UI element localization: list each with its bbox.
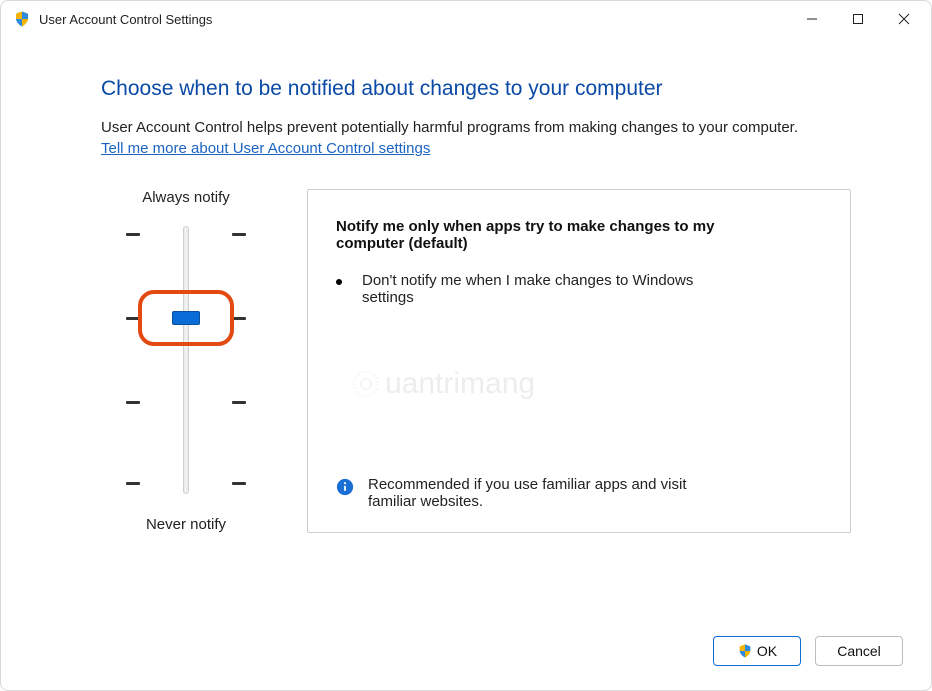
recommendation-text: Recommended if you use familiar apps and… <box>368 476 716 510</box>
level-title: Notify me only when apps try to make cha… <box>336 218 716 252</box>
shield-icon <box>13 10 31 28</box>
level-detail-text: Don't notify me when I make changes to W… <box>362 272 696 306</box>
description-text: User Account Control helps prevent poten… <box>101 119 851 136</box>
dialog-footer: OK Cancel <box>1 624 931 690</box>
recommendation-row: Recommended if you use familiar apps and… <box>336 456 716 510</box>
bullet-icon <box>336 279 342 285</box>
cancel-button-label: Cancel <box>837 643 881 659</box>
info-icon <box>336 478 354 496</box>
shield-icon <box>737 643 753 659</box>
ok-button[interactable]: OK <box>713 636 801 666</box>
maximize-button[interactable] <box>835 3 881 35</box>
notification-slider[interactable] <box>126 220 246 500</box>
level-detail-item: Don't notify me when I make changes to W… <box>336 272 696 306</box>
cancel-button[interactable]: Cancel <box>815 636 903 666</box>
content-area: Choose when to be notified about changes… <box>1 37 931 624</box>
uac-settings-window: User Account Control Settings Choose whe… <box>0 0 932 691</box>
close-button[interactable] <box>881 3 927 35</box>
window-title: User Account Control Settings <box>39 12 212 27</box>
learn-more-link[interactable]: Tell me more about User Account Control … <box>101 140 430 157</box>
ok-button-label: OK <box>757 643 777 659</box>
page-heading: Choose when to be notified about changes… <box>101 77 851 101</box>
minimize-button[interactable] <box>789 3 835 35</box>
level-description-panel: Notify me only when apps try to make cha… <box>307 189 851 533</box>
notification-slider-column: Always notify Never notify <box>101 189 271 533</box>
titlebar: User Account Control Settings <box>1 1 931 37</box>
slider-bottom-label: Never notify <box>146 516 226 533</box>
slider-top-label: Always notify <box>142 189 230 206</box>
slider-thumb[interactable] <box>172 311 200 325</box>
